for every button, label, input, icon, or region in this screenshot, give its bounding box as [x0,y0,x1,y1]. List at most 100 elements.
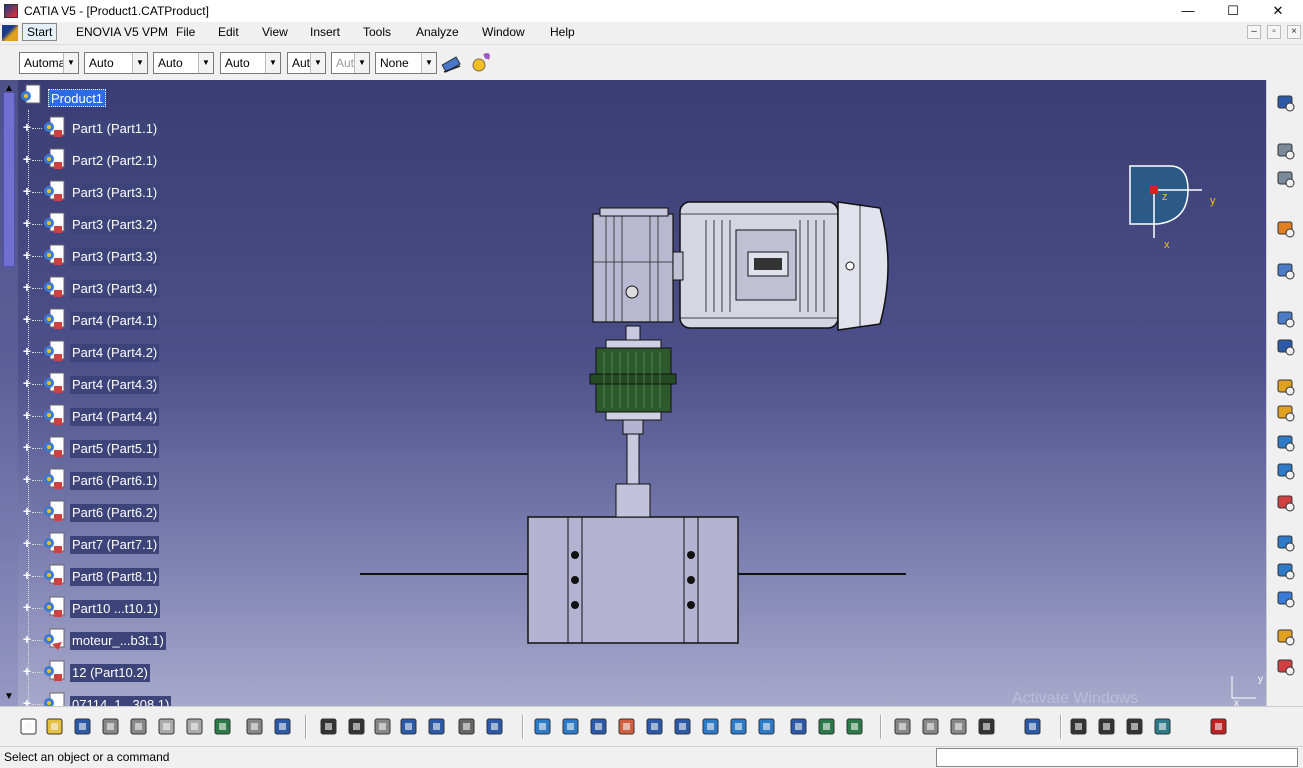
camera-icon[interactable] [1152,716,1174,738]
render-icon[interactable] [844,716,866,738]
sheet-icon[interactable] [1124,716,1146,738]
menu-file[interactable]: File [176,25,195,39]
redo-icon[interactable] [244,716,266,738]
point-symbol-combo[interactable]: Aut ▼ [287,52,326,74]
tree-node-label[interactable]: moteur_...b3t.1) [70,632,166,650]
tree-icon[interactable] [426,716,448,738]
manipulate-icon[interactable] [1275,336,1297,358]
constraint-icon[interactable] [1275,432,1297,454]
multi-view-icon[interactable] [484,716,506,738]
formula-icon[interactable] [318,716,340,738]
update-icon[interactable] [1275,492,1297,514]
menu-edit[interactable]: Edit [218,25,239,39]
tree-node-label[interactable]: Part2 (Part2.1) [70,152,160,170]
painter-icon[interactable] [441,52,463,74]
chevron-down-icon[interactable]: ▼ [310,53,325,73]
rotate-icon[interactable] [616,716,638,738]
cut-icon[interactable] [128,716,150,738]
tree-node-label[interactable]: Part6 (Part6.1) [70,472,160,490]
menu-insert[interactable]: Insert [310,25,340,39]
close-button[interactable]: ✕ [1255,0,1301,22]
menu-start[interactable]: Start [22,23,58,41]
mdi-close-button[interactable]: × [1287,25,1301,39]
new-icon[interactable] [18,716,40,738]
transparency-combo[interactable]: Auto ▼ [84,52,148,74]
explode-icon[interactable] [1275,376,1297,398]
isometric-icon[interactable] [756,716,778,738]
tree-node-label[interactable]: Part4 (Part4.2) [70,344,160,362]
menu-analyze[interactable]: Analyze [416,25,459,39]
paste-icon[interactable] [184,716,206,738]
scroll-down-icon[interactable]: ▼ [2,690,16,704]
search-icon[interactable] [1096,716,1118,738]
catalog-icon[interactable] [1275,140,1297,162]
multi-viewport-icon[interactable] [728,716,750,738]
annotation-icon[interactable] [1275,656,1297,678]
color-combo[interactable]: Automa ▼ [19,52,79,74]
chevron-down-icon[interactable]: ▼ [132,53,147,73]
tree-node-label[interactable]: Part4 (Part4.4) [70,408,160,426]
swap-icon[interactable] [816,716,838,738]
maximize-button[interactable]: ☐ [1210,0,1256,22]
chevron-down-icon[interactable]: ▼ [198,53,213,73]
tree-node-label[interactable]: Part6 (Part6.2) [70,504,160,522]
clash-icon[interactable] [1275,402,1297,424]
knowledge-icon[interactable] [346,716,368,738]
line-thickness-combo[interactable]: Auto ▼ [153,52,214,74]
minimize-button[interactable]: — [1165,0,1211,22]
menu-tools[interactable]: Tools [363,25,391,39]
compass-icon[interactable] [976,716,998,738]
copy-icon[interactable] [156,716,178,738]
snap-icon[interactable] [1275,308,1297,330]
compass-widget[interactable]: z y x [1122,160,1222,250]
tree-node-label[interactable]: 12 (Part10.2) [70,664,150,682]
menu-view[interactable]: View [262,25,288,39]
menu-help[interactable]: Help [550,25,575,39]
tree-node-label[interactable]: Part1 (Part1.1) [70,120,160,138]
space-analysis-icon[interactable] [1275,92,1297,114]
chevron-down-icon[interactable]: ▼ [63,53,78,73]
pan-icon[interactable] [588,716,610,738]
chevron-down-icon[interactable]: ▼ [265,53,280,73]
menu-window[interactable]: Window [482,25,525,39]
save-icon[interactable] [72,716,94,738]
catalog-browser-icon[interactable] [1275,168,1297,190]
tree-root-label[interactable]: Product1 [48,89,107,107]
next-icon[interactable] [920,716,942,738]
fly-icon[interactable] [532,716,554,738]
tree-node-label[interactable]: Part3 (Part3.4) [70,280,160,298]
zoom-out-icon[interactable] [672,716,694,738]
tree-node-label[interactable]: Part5 (Part5.1) [70,440,160,458]
scene-icon[interactable] [1275,626,1297,648]
zoom-in-icon[interactable] [644,716,666,738]
print-icon[interactable] [100,716,122,738]
skip-icon[interactable] [1068,716,1090,738]
tree-node-label[interactable]: Part8 (Part8.1) [70,568,160,586]
reuse-pattern-icon[interactable] [1275,532,1297,554]
ghost-icon[interactable] [892,716,914,738]
tree-node-label[interactable]: Part10 ...t10.1) [70,600,160,618]
select-arrow-icon[interactable] [1275,218,1297,240]
document-menu-icon[interactable] [2,25,18,41]
open-icon[interactable] [44,716,66,738]
tree-node-label[interactable]: Part3 (Part3.1) [70,184,160,202]
measure-icon[interactable] [372,716,394,738]
smart-move-icon[interactable] [1275,560,1297,582]
tree-node-label[interactable]: Part4 (Part4.1) [70,312,160,330]
move-icon[interactable] [1275,260,1297,282]
tree-node-label[interactable]: Part3 (Part3.3) [70,248,160,266]
fit-all-icon[interactable] [560,716,582,738]
k-icon[interactable] [1022,716,1044,738]
menu-enovia[interactable]: ENOVIA V5 VPM [76,25,168,39]
hide-show-icon[interactable] [788,716,810,738]
tree-scrollbar[interactable]: ▲ ▼ [0,80,18,706]
bulb-icon[interactable] [470,51,492,73]
normal-view-icon[interactable] [700,716,722,738]
tree-node-label[interactable]: Part7 (Part7.1) [70,536,160,554]
lock-icon[interactable] [456,716,478,738]
chevron-down-icon[interactable]: ▼ [421,53,436,73]
table-icon[interactable] [398,716,420,738]
tree-node-label[interactable]: Part3 (Part3.2) [70,216,160,234]
whats-this-icon[interactable] [272,716,294,738]
line-type-combo[interactable]: Auto ▼ [220,52,281,74]
